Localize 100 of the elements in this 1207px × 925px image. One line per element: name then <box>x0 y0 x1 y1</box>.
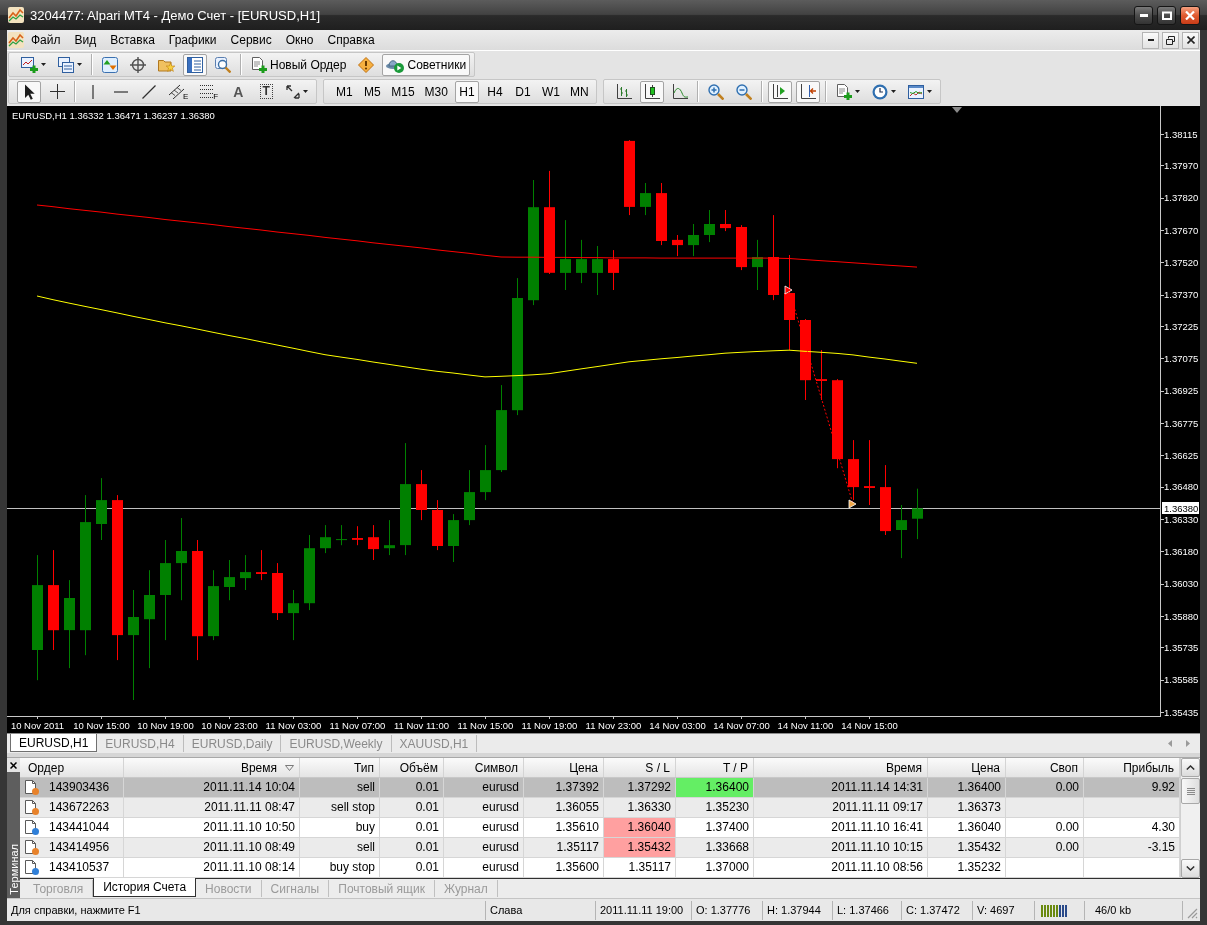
candle <box>704 209 715 243</box>
scroll-down-button[interactable] <box>1181 859 1200 878</box>
channel-button[interactable]: E <box>165 80 193 103</box>
parallel-lines-icon <box>169 84 184 99</box>
price-label: 1.36480 <box>1164 481 1199 493</box>
timeframe-button[interactable]: M1 <box>332 80 357 103</box>
column-header[interactable]: Объём <box>380 758 444 777</box>
timeframe-button[interactable]: H1 <box>454 80 479 103</box>
axis-arrow-icon <box>799 83 816 100</box>
updown-arrows-icon <box>102 56 118 73</box>
table-row[interactable]: 143672263 2011.11.11 08:47 sell stop 0.01 eurusd 1.36055 1.36330 1.35230 2011.11.11 09:17 1.36373 <box>20 798 1180 818</box>
timeframe-button[interactable]: MN <box>566 80 592 103</box>
column-header[interactable]: Тип <box>300 758 380 777</box>
chart-tab[interactable]: EURUSD,H1 <box>10 734 98 752</box>
candle <box>448 513 459 563</box>
candle <box>272 562 283 621</box>
candle <box>480 444 491 501</box>
scroll-thumb[interactable] <box>1181 778 1200 804</box>
profile-name: Слава <box>486 900 596 920</box>
column-header[interactable]: T / P <box>676 758 754 777</box>
candle <box>96 477 107 541</box>
column-header[interactable]: Ордер <box>20 758 124 777</box>
menu-item[interactable]: Справка <box>320 30 382 50</box>
caret-icon <box>926 90 932 93</box>
candlestick-button[interactable] <box>639 80 664 103</box>
autoscroll-button[interactable] <box>767 80 792 103</box>
caret-icon <box>41 63 46 66</box>
text-button[interactable]: A <box>226 80 251 103</box>
dotted-lines-icon <box>200 85 215 98</box>
terminal-tab[interactable]: История Счета <box>93 878 197 897</box>
timeframe-button[interactable]: M15 <box>388 80 418 103</box>
candle <box>608 249 619 291</box>
menu-item[interactable]: Файл <box>24 30 68 50</box>
menu-item[interactable]: Сервис <box>223 30 279 50</box>
warning-diamond-icon <box>358 56 375 73</box>
menu-item[interactable]: Окно <box>278 30 321 50</box>
time-label: 11 Nov 19:00 <box>521 720 578 731</box>
candle <box>240 554 251 591</box>
column-header[interactable]: Время <box>754 758 928 777</box>
experts-button[interactable]: Советники <box>382 53 471 76</box>
size-grip-icon <box>1187 907 1198 919</box>
minimize-button[interactable] <box>1134 6 1153 25</box>
minimize-icon <box>1139 14 1148 17</box>
horizontal-line-icon <box>114 90 128 93</box>
zoom-out-icon <box>735 83 752 100</box>
table-row[interactable]: 143903436 2011.11.14 10:04 sell 0.01 eurusd 1.37392 1.37292 1.36400 2011.11.14 14:31 1.36400 0.00 9.92 <box>20 778 1180 798</box>
menu-item[interactable]: Графики <box>161 30 224 50</box>
table-row[interactable]: 143410537 2011.11.10 08:14 buy stop 0.01 eurusd 1.35600 1.35117 1.37000 2011.11.10 08:56 1.35232 <box>20 858 1180 878</box>
open-price: O: 1.37776 <box>692 900 763 920</box>
maximize-button[interactable] <box>1157 6 1176 25</box>
text-label-button[interactable]: T <box>254 80 279 103</box>
close-button[interactable] <box>7 758 20 772</box>
column-header[interactable]: Цена <box>928 758 1006 777</box>
timeframe-button[interactable]: M5 <box>360 80 385 103</box>
timeframe-button[interactable]: D1 <box>510 80 535 103</box>
candle <box>720 209 731 232</box>
cursor-button[interactable] <box>17 80 41 103</box>
menu-item[interactable]: Вид <box>67 30 104 50</box>
timeframe-button[interactable]: M30 <box>421 80 451 103</box>
time-label: 14 Nov 11:00 <box>777 720 834 731</box>
column-header[interactable]: Цена <box>524 758 604 777</box>
column-header[interactable]: S / L <box>604 758 676 777</box>
candle <box>368 524 379 561</box>
timeframe-button[interactable]: W1 <box>538 80 563 103</box>
candle <box>416 469 427 521</box>
new-order-button[interactable]: Новый Ордер <box>247 53 351 76</box>
time-label: 11 Nov 11:00 <box>393 720 450 731</box>
target-icon <box>130 56 146 73</box>
low-price: L: 1.37466 <box>833 900 902 920</box>
price-label: 1.36030 <box>1164 578 1199 590</box>
terminal-button[interactable] <box>183 53 207 76</box>
minimize-button[interactable] <box>1142 31 1159 49</box>
time-label: 11 Nov 15:00 <box>457 720 514 731</box>
chart-plus-icon <box>21 56 38 73</box>
time-label: 10 Nov 15:00 <box>73 720 130 731</box>
document-plus-icon <box>835 83 852 100</box>
close-button[interactable] <box>1182 31 1199 49</box>
restore-button[interactable] <box>1162 31 1179 49</box>
caret-icon <box>854 90 860 93</box>
column-header[interactable]: Своп <box>1006 758 1084 777</box>
minimize-icon <box>1147 39 1154 41</box>
column-header[interactable]: Время <box>124 758 300 777</box>
candle <box>336 524 347 546</box>
table-row[interactable]: 143414956 2011.11.10 08:49 sell 0.01 eurusd 1.35117 1.35432 1.33668 2011.11.10 10:15 1.35432 0.00 -3.15 <box>20 838 1180 858</box>
zoom-in-icon <box>707 83 724 100</box>
scroll-up-button[interactable] <box>1181 758 1200 777</box>
fibonacci-button[interactable]: F <box>196 80 223 103</box>
windows-icon <box>58 56 74 73</box>
candle <box>224 559 235 601</box>
table-row[interactable]: 143441044 2011.11.10 10:50 buy 0.01 eurusd 1.35610 1.36040 1.37400 2011.11.10 16:41 1.36040 0.00 4.30 <box>20 818 1180 838</box>
candle <box>672 234 683 257</box>
timeframe-button[interactable]: H4 <box>482 80 507 103</box>
chevron-down-icon <box>1186 866 1195 871</box>
table-cell: 1.36040 <box>604 818 676 838</box>
chart-shift-button[interactable] <box>795 80 820 103</box>
candle <box>320 524 331 554</box>
close-button[interactable] <box>1180 6 1200 25</box>
menu-item[interactable]: Вставка <box>103 30 162 50</box>
column-header[interactable]: Символ <box>444 758 524 777</box>
candle <box>256 549 267 581</box>
